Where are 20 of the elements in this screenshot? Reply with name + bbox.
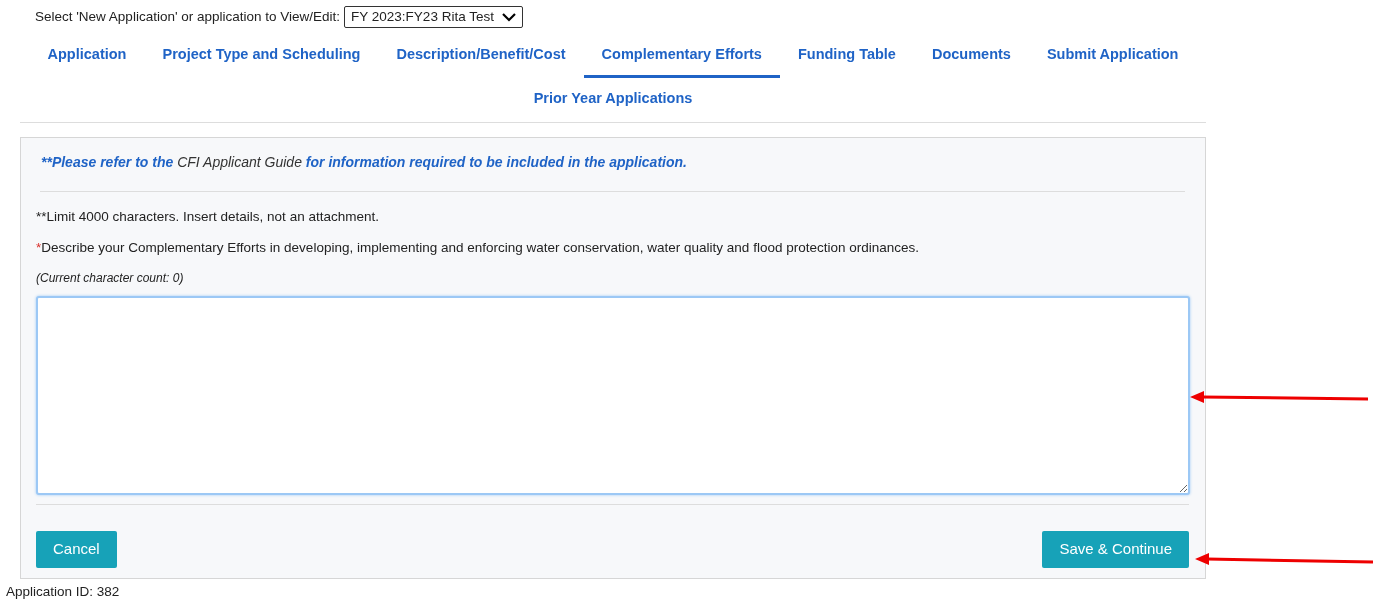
application-select[interactable]: FY 2023:FY23 Rita Test bbox=[344, 6, 523, 28]
application-id: Application ID: 382 bbox=[6, 582, 121, 601]
cancel-button[interactable]: Cancel bbox=[36, 531, 117, 568]
nav-tab[interactable]: Documents bbox=[913, 34, 1029, 78]
nav-tab[interactable]: Description/Benefit/Cost bbox=[378, 34, 584, 78]
question-text: *Describe your Complementary Efforts in developing, implementing and enforcing water conservation, water quality and flood protection ordinances. bbox=[36, 238, 920, 257]
chevron-icon bbox=[501, 12, 516, 22]
nav-tab[interactable]: Prior Year Applications bbox=[515, 77, 711, 122]
guide-notice: **Please refer to the CFI Applicant Guide for information required to be included in the application. bbox=[40, 152, 688, 172]
limit-note: **Limit 4000 characters. Insert details, not an attachment. bbox=[36, 207, 380, 226]
selector-label: Select 'New Application' or application to View/Edit: bbox=[35, 7, 341, 26]
nav-tab[interactable]: Funding Table bbox=[779, 34, 914, 78]
save-continue-button[interactable]: Save & Continue bbox=[1042, 531, 1189, 568]
nav-tab[interactable]: Application bbox=[29, 34, 145, 78]
character-count: (Current character count: 0) bbox=[36, 270, 185, 287]
nav-tab[interactable]: Project Type and Scheduling bbox=[144, 34, 379, 78]
guide-link[interactable]: CFI Applicant Guide bbox=[177, 153, 302, 170]
answer-box[interactable] bbox=[36, 296, 1190, 495]
nav-tab[interactable]: Submit Application bbox=[1028, 34, 1197, 78]
nav-tab[interactable]: Complementary Efforts bbox=[583, 34, 780, 78]
